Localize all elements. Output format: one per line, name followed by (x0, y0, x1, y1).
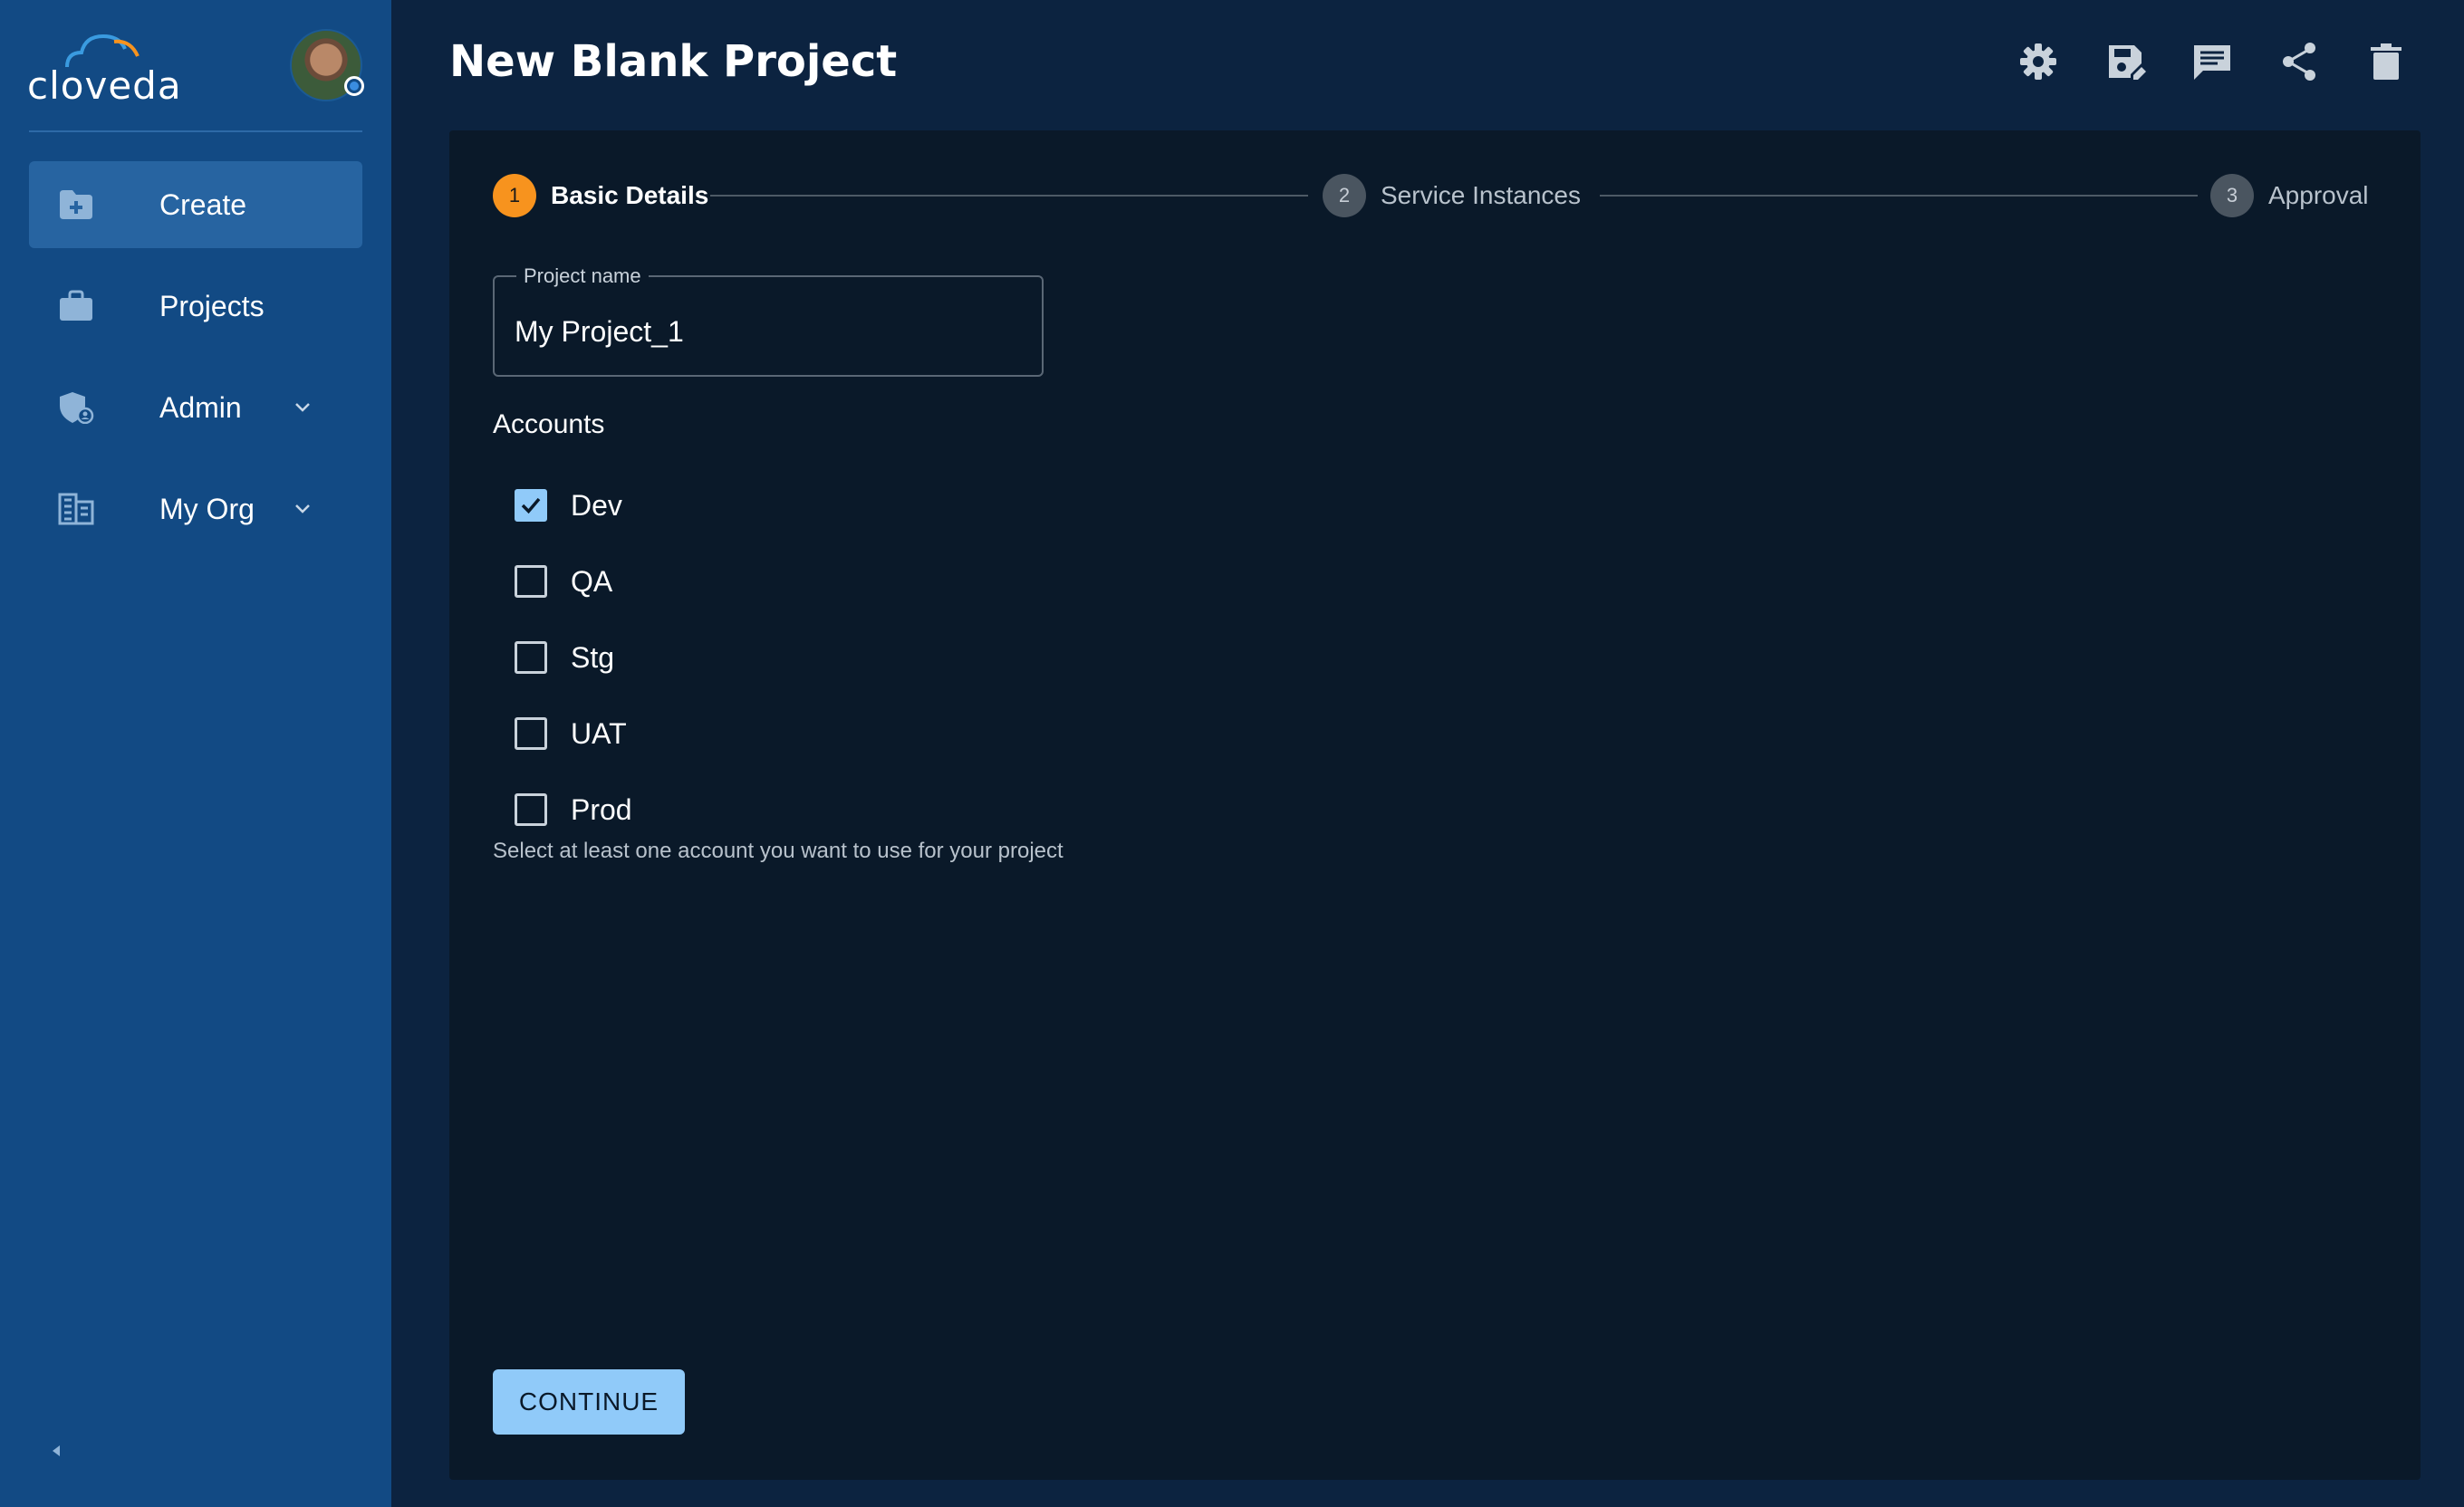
accounts-list: Dev QA Stg UAT Prod (515, 467, 632, 848)
step-number: 1 (493, 174, 536, 217)
account-prod[interactable]: Prod (515, 772, 632, 848)
folder-plus-icon (60, 190, 92, 219)
account-label: Prod (571, 792, 632, 826)
sidebar-item-label: My Org (159, 492, 255, 525)
sidebar-item-label: Projects (159, 289, 265, 322)
share-button[interactable] (2277, 40, 2321, 83)
organization-icon (58, 493, 94, 525)
step-connector (1600, 195, 2198, 197)
checkbox-stg[interactable] (515, 641, 547, 674)
brand-logo[interactable]: cloveda (27, 27, 181, 109)
delete-button[interactable] (2364, 40, 2408, 83)
account-uat[interactable]: UAT (515, 696, 632, 772)
accounts-title: Accounts (493, 409, 605, 439)
step-service-instances: 2 Service Instances (1323, 172, 1581, 219)
save-button[interactable] (2103, 40, 2147, 83)
settings-icon (2020, 43, 2056, 80)
admin-shield-icon (60, 392, 94, 424)
checkbox-prod[interactable] (515, 793, 547, 826)
share-icon (2283, 43, 2315, 81)
sidebar-divider (29, 130, 362, 132)
sidebar-item-projects[interactable]: Projects (29, 263, 362, 350)
step-number: 3 (2210, 174, 2254, 217)
step-label: Service Instances (1381, 181, 1581, 209)
account-label: Stg (571, 640, 615, 674)
account-stg[interactable]: Stg (515, 619, 632, 696)
sidebar: cloveda Create Projects Admin My Org (0, 0, 391, 1507)
brand-name: cloveda (27, 63, 182, 108)
step-label: Approval (2268, 181, 2369, 209)
account-label: Dev (571, 488, 622, 522)
project-name-field: Project name (493, 264, 1044, 377)
step-basic-details: 1 Basic Details (493, 172, 708, 219)
sidebar-item-admin[interactable]: Admin (29, 364, 362, 451)
collapse-sidebar-icon[interactable] (47, 1440, 65, 1462)
account-label: QA (571, 564, 613, 598)
avatar[interactable] (290, 29, 364, 101)
sidebar-item-label: Admin (159, 390, 242, 424)
sidebar-item-create[interactable]: Create (29, 161, 362, 248)
app-root: cloveda Create Projects Admin My Org New… (0, 0, 2464, 1507)
sidebar-item-my-org[interactable]: My Org (29, 466, 362, 552)
account-dev[interactable]: Dev (515, 467, 632, 543)
account-label: UAT (571, 716, 627, 750)
sidebar-item-label: Create (159, 187, 247, 221)
step-number: 2 (1323, 174, 1366, 217)
project-form-card: 1 Basic Details 2 Service Instances 3 Ap… (449, 130, 2421, 1480)
status-indicator (344, 76, 364, 96)
settings-button[interactable] (2016, 40, 2060, 83)
step-connector (710, 195, 1308, 197)
comment-icon (2194, 45, 2230, 80)
delete-icon (2371, 43, 2401, 80)
account-qa[interactable]: QA (515, 543, 632, 619)
checkbox-dev[interactable] (515, 489, 547, 522)
checkbox-qa[interactable] (515, 565, 547, 598)
continue-button[interactable]: CONTINUE (493, 1369, 685, 1435)
accounts-helper-text: Select at least one account you want to … (493, 839, 1064, 863)
page-header: New Blank Project (391, 0, 2464, 130)
stepper: 1 Basic Details 2 Service Instances 3 Ap… (493, 172, 2381, 219)
comment-button[interactable] (2190, 40, 2234, 83)
checkbox-uat[interactable] (515, 717, 547, 750)
project-name-label: Project name (516, 264, 649, 288)
briefcase-icon (60, 290, 92, 321)
step-approval: 3 Approval (2210, 172, 2369, 219)
chevron-down-icon[interactable] (292, 498, 313, 520)
sidebar-nav: Create Projects Admin My Org (29, 161, 362, 567)
checkmark-icon (521, 497, 541, 514)
page-title: New Blank Project (449, 36, 898, 87)
step-label: Basic Details (551, 181, 709, 209)
chevron-down-icon[interactable] (292, 397, 313, 418)
save-edit-icon (2109, 45, 2146, 80)
project-name-input[interactable] (515, 312, 1022, 351)
